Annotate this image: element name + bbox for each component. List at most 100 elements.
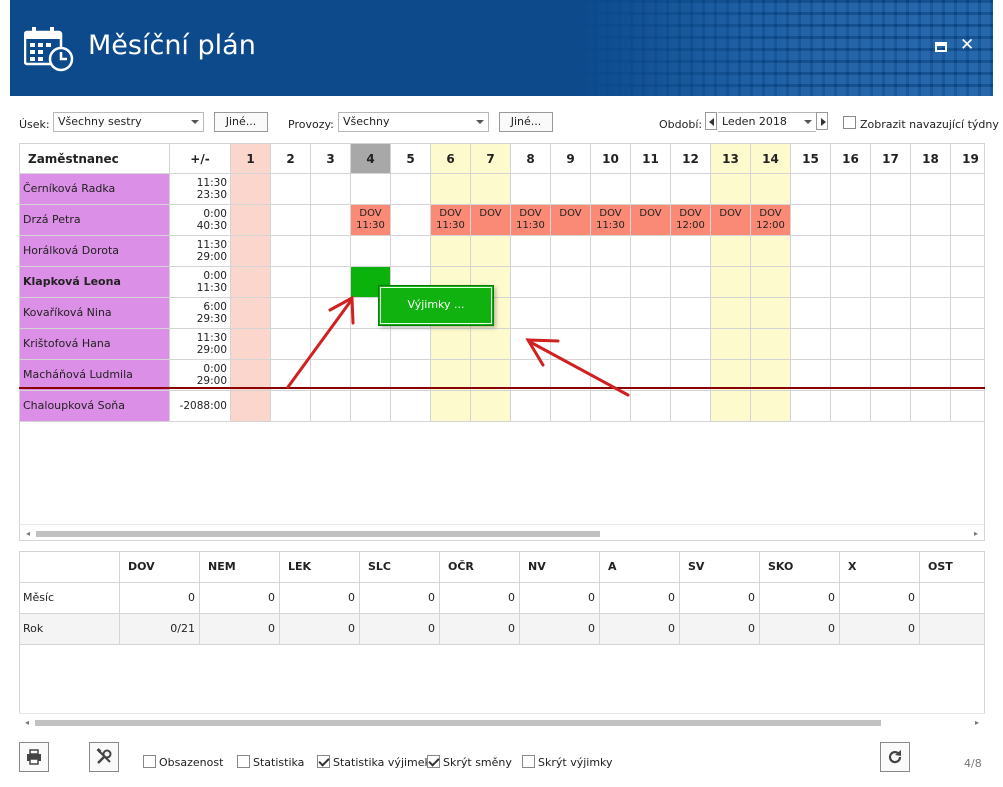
- day-cell[interactable]: [511, 174, 551, 205]
- day-cell[interactable]: [791, 205, 831, 236]
- day-cell[interactable]: [671, 236, 711, 267]
- day-cell[interactable]: [831, 298, 871, 329]
- day-cell[interactable]: [631, 236, 671, 267]
- day-cell[interactable]: [671, 391, 711, 422]
- day-cell[interactable]: [551, 236, 591, 267]
- scroll-right-icon[interactable]: ▸: [975, 718, 979, 727]
- day-cell[interactable]: [551, 329, 591, 360]
- stats-column-header[interactable]: SV: [680, 552, 760, 583]
- day-cell[interactable]: [711, 329, 751, 360]
- day-cell[interactable]: [591, 391, 631, 422]
- day-header-17[interactable]: 17: [871, 144, 911, 174]
- day-cell[interactable]: [271, 329, 311, 360]
- stats-column-header[interactable]: DOV: [120, 552, 200, 583]
- day-cell[interactable]: [471, 391, 511, 422]
- day-cell[interactable]: [511, 329, 551, 360]
- day-cell[interactable]: [951, 298, 984, 329]
- day-cell[interactable]: [791, 298, 831, 329]
- day-cell[interactable]: [711, 391, 751, 422]
- day-cell[interactable]: [391, 174, 431, 205]
- day-cell[interactable]: [831, 236, 871, 267]
- toolbar-checkbox-obsazenost[interactable]: [143, 755, 156, 768]
- day-cell[interactable]: [831, 205, 871, 236]
- day-cell[interactable]: [951, 236, 984, 267]
- grid-horizontal-scrollbar[interactable]: ◂ ▸: [19, 524, 985, 541]
- day-cell[interactable]: [871, 267, 911, 298]
- day-cell[interactable]: [711, 267, 751, 298]
- shift-cell[interactable]: DOV 12:00: [671, 205, 711, 236]
- scroll-right-icon[interactable]: ▸: [974, 529, 978, 538]
- shift-cell[interactable]: DOV 11:30: [351, 205, 391, 236]
- day-cell[interactable]: [231, 205, 271, 236]
- day-cell[interactable]: [711, 298, 751, 329]
- day-cell[interactable]: [231, 174, 271, 205]
- print-button[interactable]: [19, 742, 49, 772]
- day-cell[interactable]: [751, 329, 791, 360]
- day-cell[interactable]: [751, 174, 791, 205]
- day-cell[interactable]: [391, 236, 431, 267]
- day-cell[interactable]: [471, 174, 511, 205]
- shift-cell[interactable]: DOV: [471, 205, 511, 236]
- day-cell[interactable]: [511, 236, 551, 267]
- day-header-9[interactable]: 9: [551, 144, 591, 174]
- day-cell[interactable]: [671, 267, 711, 298]
- day-header-11[interactable]: 11: [631, 144, 671, 174]
- toolbar-checkbox-statistika[interactable]: [237, 755, 250, 768]
- shift-cell[interactable]: DOV: [631, 205, 671, 236]
- day-cell[interactable]: [391, 329, 431, 360]
- day-cell[interactable]: [271, 236, 311, 267]
- day-cell[interactable]: [351, 174, 391, 205]
- scroll-left-icon[interactable]: ◂: [26, 529, 30, 538]
- day-cell[interactable]: [631, 174, 671, 205]
- day-cell[interactable]: [671, 298, 711, 329]
- day-header-12[interactable]: 12: [671, 144, 711, 174]
- day-cell[interactable]: [711, 236, 751, 267]
- day-cell[interactable]: [271, 267, 311, 298]
- day-cell[interactable]: [351, 236, 391, 267]
- employee-name[interactable]: Chaloupková Soňa: [20, 391, 170, 422]
- employee-name[interactable]: Horálková Dorota: [20, 236, 170, 267]
- day-cell[interactable]: [271, 174, 311, 205]
- day-cell[interactable]: [791, 391, 831, 422]
- day-cell[interactable]: [751, 267, 791, 298]
- day-cell[interactable]: [511, 267, 551, 298]
- day-header-18[interactable]: 18: [911, 144, 951, 174]
- day-cell[interactable]: [751, 298, 791, 329]
- employee-name[interactable]: Klapková Leona: [20, 267, 170, 298]
- day-header-10[interactable]: 10: [591, 144, 631, 174]
- day-header-8[interactable]: 8: [511, 144, 551, 174]
- day-header-6[interactable]: 6: [431, 144, 471, 174]
- day-cell[interactable]: [271, 205, 311, 236]
- day-header-7[interactable]: 7: [471, 144, 511, 174]
- stats-column-header[interactable]: A: [600, 552, 680, 583]
- day-cell[interactable]: [551, 267, 591, 298]
- day-cell[interactable]: [311, 236, 351, 267]
- shift-cell[interactable]: DOV: [551, 205, 591, 236]
- day-cell[interactable]: [231, 267, 271, 298]
- day-header-1[interactable]: 1: [231, 144, 271, 174]
- shift-cell[interactable]: DOV 11:30: [591, 205, 631, 236]
- day-cell[interactable]: [271, 298, 311, 329]
- day-header-19[interactable]: 19: [951, 144, 984, 174]
- day-header-2[interactable]: 2: [271, 144, 311, 174]
- day-cell[interactable]: [511, 391, 551, 422]
- day-cell[interactable]: [951, 174, 984, 205]
- day-cell[interactable]: [911, 236, 951, 267]
- day-cell[interactable]: [951, 267, 984, 298]
- day-cell[interactable]: [831, 267, 871, 298]
- day-cell[interactable]: [911, 329, 951, 360]
- day-cell[interactable]: [951, 391, 984, 422]
- day-header-15[interactable]: 15: [791, 144, 831, 174]
- day-cell[interactable]: [871, 174, 911, 205]
- employee-name[interactable]: Krištofová Hana: [20, 329, 170, 360]
- day-cell[interactable]: [831, 174, 871, 205]
- day-cell[interactable]: [831, 329, 871, 360]
- day-cell[interactable]: [471, 236, 511, 267]
- day-cell[interactable]: [231, 329, 271, 360]
- day-cell[interactable]: [551, 391, 591, 422]
- provozy-other-button[interactable]: Jiné...: [499, 112, 553, 132]
- day-cell[interactable]: [351, 391, 391, 422]
- day-cell[interactable]: [391, 205, 431, 236]
- day-cell[interactable]: [311, 329, 351, 360]
- day-cell[interactable]: [351, 329, 391, 360]
